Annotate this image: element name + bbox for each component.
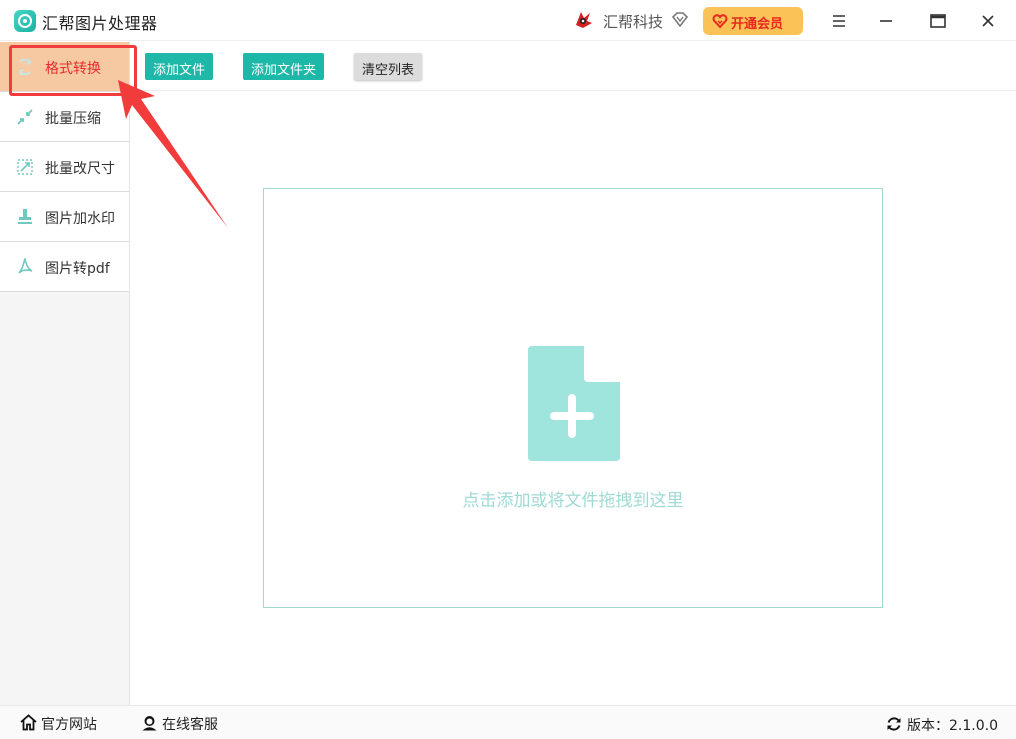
- resize-icon: [17, 159, 33, 175]
- sidebar-item-label: 图片转pdf: [45, 261, 110, 277]
- file-drop-zone[interactable]: 点击添加或将文件拖拽到这里: [263, 188, 883, 608]
- support-agent-icon: [142, 716, 157, 731]
- online-support-label: 在线客服: [162, 717, 218, 733]
- sidebar-item-label: 批量改尺寸: [45, 161, 115, 177]
- add-folder-button[interactable]: 添加文件夹: [243, 53, 325, 80]
- app-title: 汇帮图片处理器: [42, 14, 158, 33]
- add-file-button[interactable]: 添加文件: [145, 53, 214, 80]
- toolbar: 添加文件 添加文件夹 清空列表: [131, 42, 1016, 91]
- compress-icon: [17, 109, 33, 125]
- add-file-icon: [528, 346, 620, 461]
- version-info: 版本：2.1.0.0: [886, 715, 998, 735]
- brand-name: 汇帮科技: [603, 13, 664, 31]
- sidebar: 格式转换 批量压缩 批量改尺寸 图片加水印 图片转pdf: [0, 42, 130, 705]
- sidebar-item-label: 批量压缩: [45, 111, 101, 127]
- vip-button[interactable]: 开通会员: [703, 7, 803, 35]
- annotation-highlight-box: [9, 45, 137, 96]
- refresh-icon[interactable]: [886, 716, 902, 732]
- vip-button-label: 开通会员: [731, 17, 784, 32]
- app-logo-icon: [14, 10, 36, 32]
- clear-list-button[interactable]: 清空列表: [354, 53, 423, 80]
- app-window: 汇帮图片处理器 汇帮科技 开通会员 格式转换 批量压缩 批量改尺寸 图片加水印 …: [0, 0, 1016, 739]
- watermark-icon: [18, 209, 32, 224]
- version-label: 版本：2.1.0.0: [907, 718, 998, 734]
- drop-zone-text: 点击添加或将文件拖拽到这里: [462, 491, 684, 511]
- home-icon: [20, 714, 37, 731]
- menu-icon[interactable]: [826, 8, 852, 34]
- footer: 官方网站 在线客服 版本：2.1.0.0: [0, 705, 1016, 739]
- minimize-icon[interactable]: [873, 8, 899, 34]
- sidebar-item-label: 图片加水印: [45, 211, 115, 227]
- sidebar-item-pdf[interactable]: 图片转pdf: [0, 242, 129, 292]
- heart-icon: [712, 14, 728, 29]
- sidebar-item-compress[interactable]: 批量压缩: [0, 92, 129, 142]
- sidebar-item-watermark[interactable]: 图片加水印: [0, 192, 129, 242]
- official-website-label: 官方网站: [41, 717, 97, 733]
- title-bar: 汇帮图片处理器 汇帮科技 开通会员: [0, 0, 1016, 41]
- pdf-icon: [18, 258, 33, 274]
- official-website-link[interactable]: 官方网站: [20, 714, 97, 734]
- brand-logo-icon: [576, 12, 592, 28]
- diamond-icon[interactable]: [671, 11, 689, 29]
- close-icon[interactable]: [975, 8, 1001, 34]
- maximize-icon[interactable]: [925, 8, 951, 34]
- online-support-link[interactable]: 在线客服: [141, 714, 218, 734]
- sidebar-item-resize[interactable]: 批量改尺寸: [0, 142, 129, 192]
